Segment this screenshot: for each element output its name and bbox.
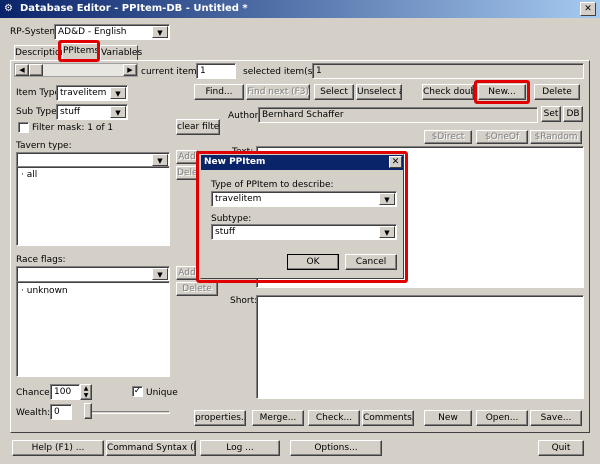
app-icon: ⚙	[4, 3, 13, 14]
scroll-thumb[interactable]	[29, 64, 43, 76]
chevron-down-icon[interactable]: ▼	[110, 87, 126, 99]
window-title: Database Editor - PPItem-DB - Untitled *	[20, 3, 248, 14]
quit-button[interactable]: Quit	[538, 440, 584, 456]
unselect-all-button[interactable]: Unselect all	[356, 84, 402, 100]
comments-button[interactable]: Comments...	[362, 410, 414, 426]
tab-descriptions[interactable]: Descriptions	[14, 45, 71, 61]
check-double-button[interactable]: Check double	[422, 84, 474, 100]
new-file-button[interactable]: New	[424, 410, 472, 426]
chevron-down-icon[interactable]: ▼	[152, 154, 168, 166]
author-label: Author:	[228, 111, 262, 121]
wealth-slider-track[interactable]	[84, 411, 170, 414]
scroll-right-icon[interactable]: ▶	[123, 64, 137, 76]
list-item[interactable]: · all	[21, 169, 37, 181]
selected-items-field: 1	[312, 63, 584, 79]
wealth-slider-thumb[interactable]	[84, 403, 92, 419]
tab-ppitems-highlight	[58, 40, 100, 62]
properties-button[interactable]: properties...	[194, 410, 246, 426]
rp-system-select[interactable]: AD&D - English ▼	[54, 24, 170, 40]
list-item[interactable]: · unknown	[21, 285, 68, 297]
options-button[interactable]: Options...	[290, 440, 382, 456]
chance-spinner[interactable]: ▲ ▼	[80, 384, 92, 400]
sub-type-label: Sub Type:	[16, 107, 60, 117]
tavern-add-button[interactable]: Add	[176, 150, 198, 164]
author-field: Bernhard Schaffer	[258, 107, 538, 123]
log-button[interactable]: Log ...	[200, 440, 280, 456]
chevron-down-icon[interactable]: ▼	[110, 106, 126, 118]
item-type-select[interactable]: travelitem ▼	[56, 85, 128, 101]
unique-label: Unique	[146, 388, 178, 398]
oneof-button[interactable]: $OneOf	[476, 130, 528, 144]
filter-mask-label: Filter mask: 1 of 1	[32, 123, 114, 133]
race-add-button[interactable]: Add	[176, 266, 198, 280]
unique-checkbox[interactable]: ✓	[132, 386, 143, 397]
short-label: Short:	[230, 296, 258, 306]
save-button[interactable]: Save...	[530, 410, 582, 426]
find-next-button[interactable]: Find next (F3)	[246, 84, 310, 100]
race-delete-button[interactable]: Delete	[176, 282, 218, 296]
tab-variables[interactable]: Variables	[100, 45, 142, 61]
clear-filter-button[interactable]: clear filter	[176, 119, 220, 135]
dialog-highlight	[196, 151, 408, 283]
chance-input[interactable]: 100	[50, 384, 80, 400]
scroll-left-icon[interactable]: ◀	[15, 64, 29, 76]
direct-button[interactable]: $Direct	[424, 130, 472, 144]
merge-button[interactable]: Merge...	[252, 410, 304, 426]
item-scrollbar[interactable]: ◀ ▶	[14, 63, 138, 77]
chevron-down-icon[interactable]: ▼	[152, 268, 168, 280]
window-close-button[interactable]: ✕	[580, 2, 596, 16]
check-button[interactable]: Check...	[308, 410, 360, 426]
current-item-input[interactable]: 1	[196, 63, 236, 79]
short-text-area[interactable]	[256, 295, 584, 399]
wealth-input[interactable]: 0	[50, 404, 72, 420]
delete-item-button[interactable]: Delete	[534, 84, 580, 100]
tavern-type-list[interactable]: · all	[16, 166, 170, 246]
tavern-delete-button[interactable]: Delete	[176, 166, 198, 180]
chance-label: Chance:	[16, 388, 53, 398]
sub-type-select[interactable]: stuff ▼	[56, 104, 128, 120]
help-button[interactable]: Help (F1) ...	[12, 440, 104, 456]
race-flags-list[interactable]: · unknown	[16, 281, 170, 377]
race-flags-label: Race flags:	[16, 255, 66, 265]
race-flags-select[interactable]: ▼	[16, 266, 170, 282]
select-button[interactable]: Select	[314, 84, 354, 100]
filter-mask-checkbox[interactable]	[18, 122, 29, 133]
command-syntax-button[interactable]: Command Syntax (F2) ...	[106, 440, 196, 456]
window-title-bar[interactable]: Database Editor - PPItem-DB - Untitled *	[0, 0, 600, 18]
wealth-label: Wealth:	[16, 408, 51, 418]
new-button-highlight	[474, 80, 530, 104]
tavern-type-label: Tavern type:	[16, 141, 72, 151]
set-author-button[interactable]: Set	[541, 106, 561, 122]
open-button[interactable]: Open...	[476, 410, 528, 426]
db-author-button[interactable]: DB	[563, 106, 583, 122]
find-button[interactable]: Find...	[194, 84, 244, 100]
random-button[interactable]: $Random	[530, 130, 582, 144]
chevron-down-icon[interactable]: ▼	[152, 26, 168, 38]
